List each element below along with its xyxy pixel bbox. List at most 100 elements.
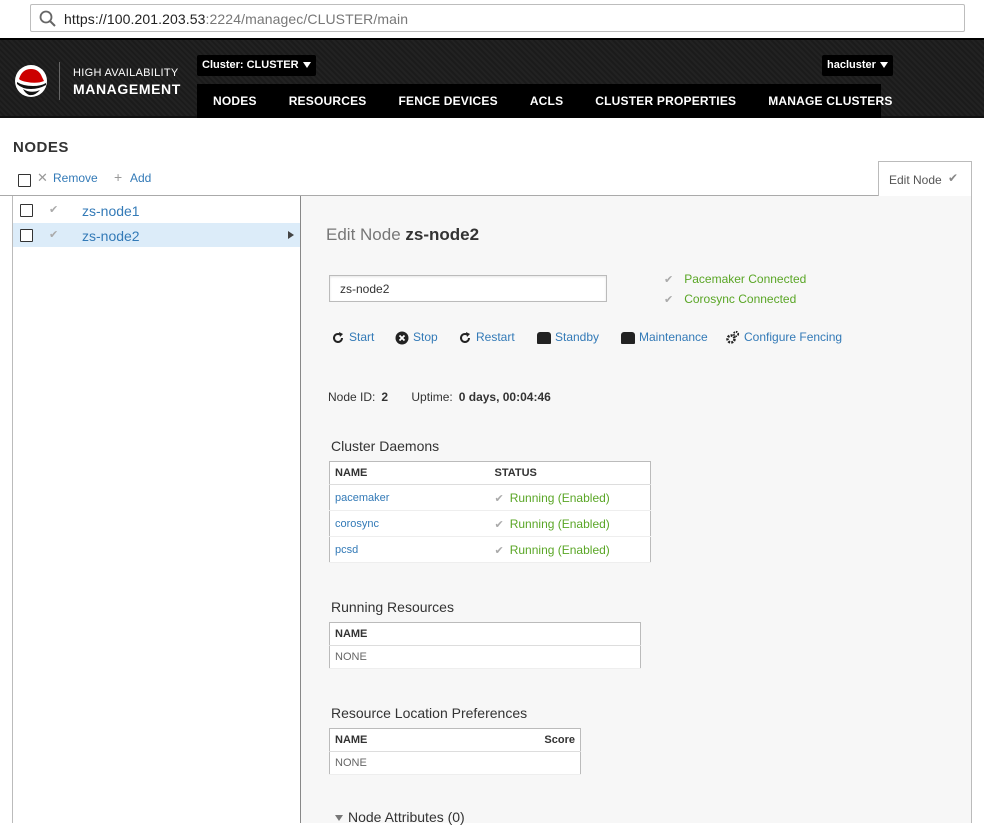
user-dropdown[interactable]: hacluster <box>822 55 893 76</box>
restart-label: Restart <box>476 330 515 344</box>
running-resources-title: Running Resources <box>331 599 454 615</box>
nav-nodes[interactable]: NODES <box>197 84 273 118</box>
refresh-icon <box>333 331 343 343</box>
configure-fencing-label: Configure Fencing <box>744 330 843 345</box>
check-icon: ✔ <box>494 492 504 505</box>
location-prefs-title: Resource Location Preferences <box>331 705 528 721</box>
column-header-score: Score <box>457 728 581 752</box>
search-icon <box>39 10 56 27</box>
node-name[interactable]: zs-node2 <box>82 228 140 244</box>
nav-acls[interactable]: ACLS <box>514 84 579 118</box>
nav-fence-devices[interactable]: FENCE DEVICES <box>383 84 514 118</box>
tab-edit-node[interactable]: Edit Node ✔ <box>878 161 972 196</box>
table-header-row: NAME <box>329 622 641 646</box>
location-prefs-table: NAME Score NONE <box>329 728 581 775</box>
daemon-name[interactable]: corosync <box>329 510 490 537</box>
daemon-status-text: Running (Enabled) <box>509 516 610 531</box>
edit-node-panel: Edit Node zs-node2 ✔Pacemaker Connected … <box>301 196 972 825</box>
edit-node-title-prefix: Edit Node <box>326 225 401 244</box>
cluster-dropdown[interactable]: Cluster: CLUSTER <box>197 55 316 76</box>
standby-icon <box>537 331 551 344</box>
pacemaker-status: ✔ Pacemaker Connected <box>664 272 806 286</box>
configure-fencing-button[interactable]: Configure Fencing <box>724 330 842 346</box>
maintenance-label: Maintenance <box>639 330 708 344</box>
column-header-name: NAME <box>329 461 490 485</box>
maintenance-icon <box>621 331 635 344</box>
cluster-daemons-title: Cluster Daemons <box>331 438 440 454</box>
check-icon: ✔ <box>664 274 674 286</box>
nav-resources[interactable]: RESOURCES <box>273 84 383 118</box>
daemon-name[interactable]: pacemaker <box>329 484 490 511</box>
add-icon[interactable]: + <box>114 169 122 185</box>
standby-button[interactable]: Standby <box>537 330 599 346</box>
address-bar[interactable]: https://100.201.203.53:2224/managec/CLUS… <box>30 4 965 32</box>
table-row: corosync ✔ Running (Enabled) <box>329 510 651 537</box>
daemon-status-text: Running (Enabled) <box>509 542 610 557</box>
corosync-status: ✔ Corosync Connected <box>664 292 796 306</box>
running-resources-table: NAME NONE <box>329 622 641 669</box>
check-icon: ✔ <box>948 171 959 185</box>
cluster-daemons-table: NAME STATUS pacemaker ✔ Running (Enabled)… <box>329 461 651 563</box>
node-row-zs-node2[interactable]: ✔ zs-node2 <box>13 223 300 247</box>
table-header-row: NAME Score <box>329 728 581 752</box>
refresh-icon <box>460 331 470 343</box>
uptime-value: 0 days, 00:04:46 <box>458 390 551 404</box>
stop-icon <box>395 331 409 345</box>
tab-edit-node-label: Edit Node <box>889 173 942 187</box>
node-name-input[interactable] <box>329 275 607 302</box>
browser-bar: https://100.201.203.53:2224/managec/CLUS… <box>0 0 984 38</box>
user-dropdown-label: hacluster <box>827 59 876 71</box>
node-row-zs-node1[interactable]: ✔ zs-node1 <box>13 198 300 222</box>
node-name[interactable]: zs-node1 <box>82 203 140 219</box>
select-all-checkbox[interactable] <box>18 174 31 187</box>
empty-cell: NONE <box>329 751 581 775</box>
page-title: NODES <box>13 139 69 156</box>
start-label: Start <box>349 330 375 344</box>
restart-button[interactable]: Restart <box>458 330 515 346</box>
logo-text-line1: HIGH AVAILABILITY <box>73 67 179 79</box>
gear-icon <box>726 330 740 344</box>
check-icon: ✔ <box>664 294 674 306</box>
maintenance-button[interactable]: Maintenance <box>621 330 708 346</box>
node-checkbox[interactable] <box>20 229 33 242</box>
daemon-name[interactable]: pcsd <box>329 536 490 563</box>
table-row: pacemaker ✔ Running (Enabled) <box>329 484 651 511</box>
table-row: pcsd ✔ Running (Enabled) <box>329 536 651 563</box>
remove-button[interactable]: Remove <box>53 171 98 185</box>
corosync-status-text: Corosync Connected <box>684 292 797 306</box>
uptime-label: Uptime: <box>411 390 453 404</box>
url-path: :2224/managec/CLUSTER/main <box>205 11 409 27</box>
daemon-status: ✔ Running (Enabled) <box>489 484 651 511</box>
cluster-dropdown-label: Cluster: CLUSTER <box>202 59 299 71</box>
nav-cluster-properties[interactable]: CLUSTER PROPERTIES <box>579 84 752 118</box>
column-header-name: NAME <box>329 728 458 752</box>
remove-icon[interactable]: ✕ <box>37 170 48 186</box>
daemon-status-text: Running (Enabled) <box>509 490 610 505</box>
check-icon: ✔ <box>494 544 504 557</box>
column-header-name: NAME <box>329 622 641 646</box>
url-host: https://100.201.203.53 <box>64 11 206 27</box>
edit-node-title: Edit Node zs-node2 <box>326 225 479 245</box>
table-row: NONE <box>329 645 641 669</box>
check-icon: ✔ <box>49 204 59 216</box>
empty-cell: NONE <box>329 645 641 669</box>
add-button[interactable]: Add <box>130 171 151 185</box>
stop-label: Stop <box>413 330 438 344</box>
caret-down-icon <box>302 62 311 69</box>
node-checkbox[interactable] <box>20 204 33 217</box>
node-id-label: Node ID: <box>328 390 376 404</box>
nav-manage-clusters[interactable]: MANAGE CLUSTERS <box>752 84 908 118</box>
daemon-status: ✔ Running (Enabled) <box>489 536 651 563</box>
pacemaker-status-text: Pacemaker Connected <box>684 272 807 286</box>
column-header-status: STATUS <box>489 461 651 485</box>
main-nav: NODES RESOURCES FENCE DEVICES ACLS CLUST… <box>197 84 892 118</box>
url-text: https://100.201.203.53:2224/managec/CLUS… <box>64 11 408 27</box>
node-list: ✔ zs-node1 ✔ zs-node2 <box>12 196 301 823</box>
start-button[interactable]: Start <box>331 330 374 346</box>
redhat-logo <box>15 65 47 97</box>
stop-button[interactable]: Stop <box>395 330 438 346</box>
caret-down-icon <box>879 62 888 69</box>
node-id-value: 2 <box>381 390 389 404</box>
table-header-row: NAME STATUS <box>329 461 651 485</box>
check-icon: ✔ <box>494 518 504 531</box>
